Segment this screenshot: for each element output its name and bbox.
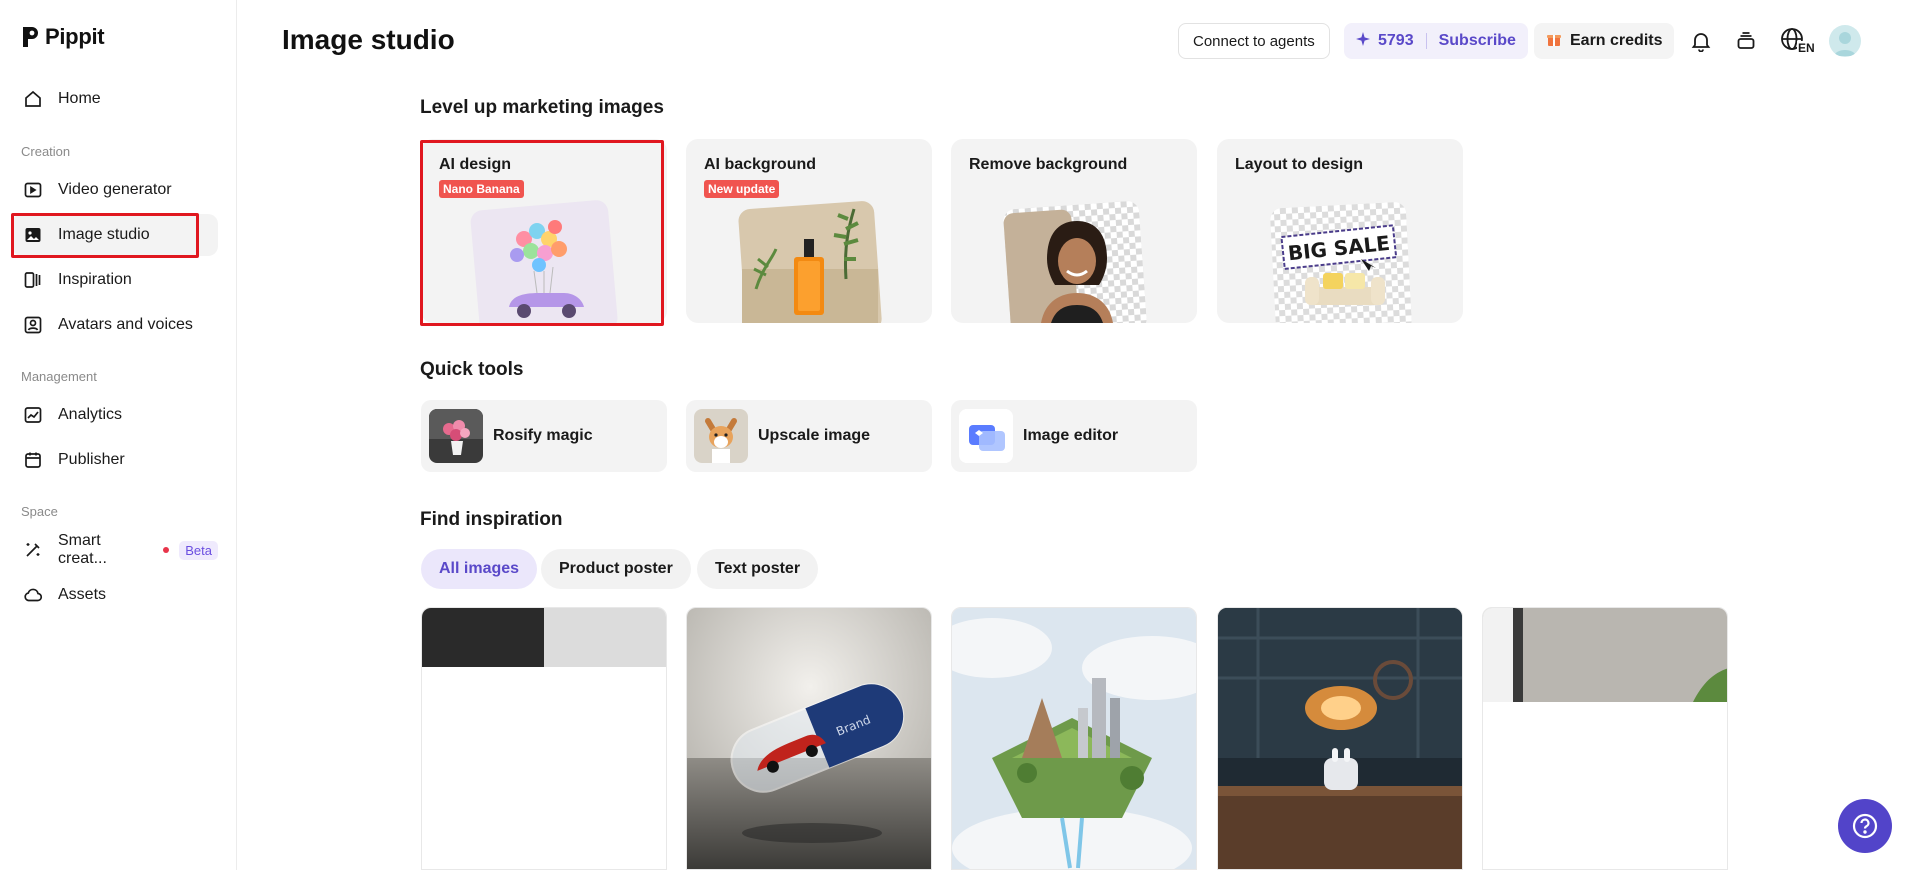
feature-card-remove-background[interactable]: Remove background	[951, 139, 1197, 323]
sidebar-item-label: Analytics	[58, 406, 123, 423]
credits-pill[interactable]: 5793 Subscribe	[1344, 23, 1528, 59]
tool-label: Upscale image	[758, 427, 871, 444]
gallery-item[interactable]	[421, 607, 667, 870]
gallery-image-loading	[1483, 608, 1727, 869]
tool-label: Rosify magic	[493, 427, 593, 444]
beta-badge: Beta	[179, 540, 218, 560]
section-title-marketing: Level up marketing images	[420, 97, 664, 118]
earn-credits-label: Earn credits	[1570, 32, 1663, 49]
section-label-management: Management	[21, 369, 97, 384]
video-plus-icon	[22, 179, 44, 201]
sidebar-item-avatars-and-voices[interactable]: Avatars and voices	[12, 304, 218, 346]
rosify-thumbnail	[429, 409, 483, 463]
user-avatar[interactable]	[1829, 25, 1861, 57]
avatar-voice-icon	[22, 314, 44, 336]
feature-card-title: AI background	[704, 156, 817, 173]
language-globe-icon[interactable]: EN	[1778, 26, 1816, 56]
sidebar-item-label: Image studio	[58, 226, 150, 243]
tool-card-rosify-magic[interactable]: Rosify magic	[421, 400, 667, 472]
filter-chip-text-poster[interactable]: Text poster	[697, 549, 819, 589]
filter-chip-product-poster[interactable]: Product poster	[541, 549, 691, 589]
sidebar-item-label: Video generator	[58, 181, 172, 198]
bell-icon[interactable]	[1686, 26, 1716, 56]
notification-dot	[163, 547, 170, 553]
help-button[interactable]	[1838, 799, 1892, 853]
gallery-image-loading	[422, 608, 666, 869]
feature-card-layout-to-design[interactable]: Layout to design BIG SALE	[1217, 139, 1463, 323]
gallery-item[interactable]	[951, 607, 1197, 870]
feature-card-ai-design[interactable]: AI design Nano Banana	[421, 139, 667, 323]
question-mark-icon	[1852, 813, 1878, 839]
divider	[1425, 33, 1427, 49]
sidebar-item-label: Avatars and voices	[58, 316, 193, 333]
sidebar-item-label: Inspiration	[58, 271, 132, 288]
floating-island-image	[952, 608, 1196, 869]
gallery-item[interactable]: Brand	[686, 607, 932, 870]
filter-chip-all-images[interactable]: All images	[421, 549, 538, 589]
feature-card-badge: Nano Banana	[439, 180, 524, 198]
sidebar-item-video-generator[interactable]: Video generator	[12, 169, 218, 211]
tool-label: Image editor	[1023, 427, 1119, 444]
feature-card-title: Remove background	[969, 156, 1128, 173]
sidebar-item-analytics[interactable]: Analytics	[12, 394, 218, 436]
sidebar-item-image-studio[interactable]: Image studio	[12, 214, 218, 256]
pippit-logo[interactable]: Pippit	[21, 24, 105, 50]
sparkle-icon	[1356, 31, 1370, 51]
sidebar-item-label: Smart creat...	[58, 532, 107, 567]
sidebar-item-smart-creation[interactable]: Smart creat... Beta	[12, 529, 218, 571]
sidebar: Pippit Home Creation Video generator Ima…	[0, 0, 237, 870]
app-name: Pippit	[45, 24, 105, 49]
sidebar-item-label: Publisher	[58, 451, 125, 468]
home-icon	[22, 88, 44, 110]
subscribe-link[interactable]: Subscribe	[1439, 32, 1516, 50]
sidebar-item-assets[interactable]: Assets	[12, 574, 218, 616]
gallery-item[interactable]	[1217, 607, 1463, 870]
sidebar-item-publisher[interactable]: Publisher	[12, 439, 218, 481]
section-label-creation: Creation	[21, 144, 71, 159]
gallery-item[interactable]	[1482, 607, 1728, 870]
perfume-bottle-image	[738, 201, 882, 323]
tool-card-image-editor[interactable]: Image editor	[951, 400, 1197, 472]
capsule-car-image: Brand	[687, 608, 931, 869]
analytics-icon	[22, 404, 44, 426]
sidebar-item-label: Home	[58, 90, 101, 107]
inspiration-icon	[22, 269, 44, 291]
page-title: Image studio	[282, 24, 455, 55]
gift-icon	[1546, 31, 1562, 52]
connect-to-agents-button[interactable]: Connect to agents	[1178, 23, 1330, 59]
language-code: EN	[1797, 41, 1816, 55]
big-sale-layout-image: BIG SALE	[1270, 202, 1412, 323]
sidebar-item-inspiration[interactable]: Inspiration	[12, 259, 218, 301]
portrait-cutout-image	[1003, 201, 1147, 323]
earn-credits-button[interactable]: Earn credits	[1534, 23, 1675, 59]
feature-card-title: Layout to design	[1235, 156, 1363, 173]
credits-count: 5793	[1378, 32, 1414, 49]
feature-card-ai-background[interactable]: AI background New update	[686, 139, 932, 323]
feature-card-badge: New update	[704, 180, 780, 198]
image-editor-thumbnail	[959, 409, 1013, 463]
sidebar-item-home[interactable]: Home	[12, 78, 218, 120]
tool-card-upscale-image[interactable]: Upscale image	[686, 400, 932, 472]
sidebar-item-label: Assets	[58, 586, 107, 603]
section-label-space: Space	[21, 504, 58, 519]
stack-icon[interactable]	[1731, 26, 1761, 56]
section-title-find-inspiration: Find inspiration	[420, 509, 563, 530]
calendar-icon	[22, 449, 44, 471]
cloud-icon	[22, 584, 44, 606]
magic-wand-icon	[22, 539, 44, 561]
section-title-quick-tools: Quick tools	[420, 359, 524, 380]
pippit-logo-icon	[23, 27, 38, 47]
earbuds-factory-image	[1218, 608, 1462, 869]
image-plus-icon	[22, 224, 44, 246]
feature-card-title: AI design	[439, 156, 512, 173]
upscale-thumbnail	[694, 409, 748, 463]
balloon-car-image	[470, 200, 618, 323]
